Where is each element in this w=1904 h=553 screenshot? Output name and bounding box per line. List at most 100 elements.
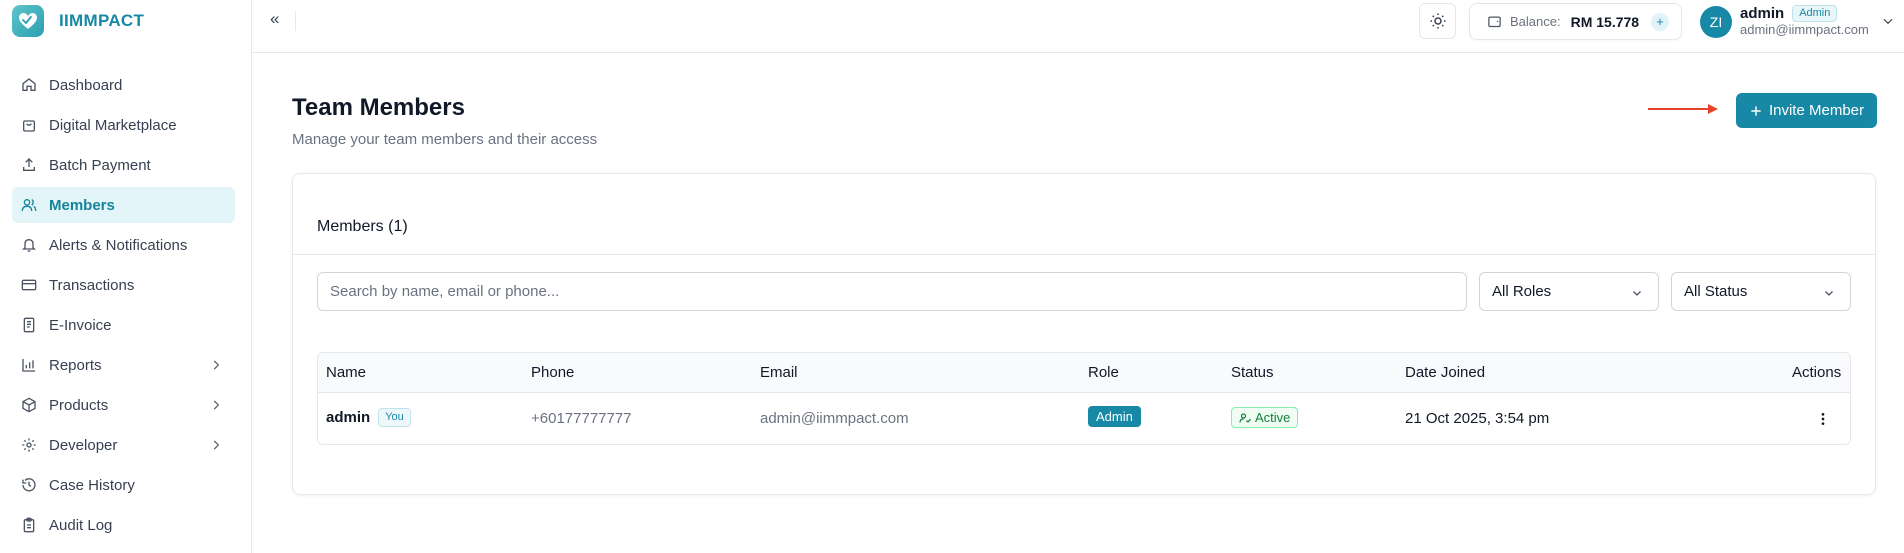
column-header-role: Role — [1088, 364, 1119, 381]
history-icon — [22, 478, 36, 492]
chevron-down-icon[interactable] — [1881, 14, 1895, 28]
wallet-icon — [1488, 16, 1501, 28]
status-label: Active — [1255, 410, 1291, 425]
members-heading: Members (1) — [317, 218, 408, 235]
brand-name: IIMMPACT — [59, 11, 145, 30]
clipboard-icon — [23, 517, 35, 533]
member-phone: +60177777777 — [531, 410, 632, 427]
sidebar-item-label: Dashboard — [49, 76, 123, 94]
sidebar-item-label: Audit Log — [49, 516, 113, 534]
balance-label: Balance: — [1510, 14, 1561, 29]
topbar: « Balance: RM 15.778 + ZI admin Admin ad… — [252, 0, 1904, 53]
chevron-right-icon — [213, 440, 220, 450]
sidebar-item-label: E-Invoice — [49, 316, 112, 334]
column-header-phone: Phone — [531, 364, 575, 381]
table-header: Name Phone Email Role Status Date Joined… — [318, 353, 1850, 393]
theme-toggle-button[interactable] — [1419, 3, 1456, 39]
user-info: admin Admin admin@iimmpact.com — [1740, 5, 1869, 38]
sidebar-item-label: Developer — [49, 436, 118, 454]
sidebar-item-label: Alerts & Notifications — [49, 236, 188, 254]
balance-widget[interactable]: Balance: RM 15.778 + — [1469, 3, 1682, 40]
column-header-status: Status — [1231, 364, 1274, 381]
member-email: admin@iimmpact.com — [760, 410, 909, 427]
invite-member-button[interactable]: Invite Member — [1736, 93, 1877, 128]
user-name: admin — [1740, 4, 1785, 22]
shopping-bag-icon — [23, 120, 35, 132]
chevron-down-icon — [1825, 291, 1833, 296]
column-header-actions: Actions — [1792, 364, 1842, 381]
sidebar-item-label: Products — [49, 396, 109, 414]
bell-icon — [22, 238, 36, 252]
page-title: Team Members — [292, 94, 465, 121]
column-header-date-joined: Date Joined — [1405, 364, 1486, 381]
add-balance-button[interactable]: + — [1651, 12, 1670, 31]
sidebar-item-dashboard[interactable]: Dashboard — [12, 67, 235, 103]
more-vertical-icon[interactable] — [1815, 411, 1831, 427]
member-status-cell: Active — [1231, 407, 1299, 428]
sidebar-item-case-history[interactable]: Case History — [12, 467, 235, 503]
user-role-badge: Admin — [1792, 5, 1838, 22]
home-icon — [22, 78, 36, 91]
chevron-down-icon — [1633, 291, 1641, 296]
column-header-email: Email — [760, 364, 798, 381]
sidebar-item-label: Digital Marketplace — [49, 116, 177, 134]
column-header-name: Name — [326, 364, 367, 381]
status-badge: Active — [1231, 407, 1299, 428]
user-check-icon — [1239, 412, 1251, 423]
user-menu[interactable]: ZI admin Admin admin@iimmpact.com — [1700, 5, 1869, 38]
divider — [295, 11, 296, 31]
balance-value: RM 15.778 — [1570, 13, 1640, 30]
bar-chart-icon — [22, 359, 35, 372]
invite-member-label: Invite Member — [1768, 102, 1865, 119]
chevron-right-icon — [213, 400, 220, 410]
sidebar-item-batch-payment[interactable]: Batch Payment — [12, 147, 235, 183]
sidebar-item-label: Batch Payment — [49, 156, 151, 174]
sidebar-item-label: Transactions — [49, 276, 135, 294]
sidebar-item-transactions[interactable]: Transactions — [12, 267, 235, 303]
arrow-right-icon — [1648, 104, 1718, 114]
sidebar: IIMMPACT Dashboard Digital Marketplace B… — [0, 0, 252, 553]
package-icon — [22, 397, 36, 413]
role-filter-select[interactable]: All Roles — [1479, 272, 1659, 311]
plus-icon — [1751, 105, 1761, 116]
members-card: Members (1) All Roles All Status Name Ph… — [292, 173, 1876, 495]
collapse-sidebar-button[interactable]: « — [270, 9, 279, 29]
search-input[interactable] — [317, 272, 1467, 311]
chevron-right-icon — [213, 360, 220, 370]
sidebar-item-label: Members — [49, 196, 115, 214]
divider — [293, 254, 1875, 255]
avatar: ZI — [1700, 5, 1732, 38]
user-name-row: admin Admin — [1740, 5, 1869, 22]
sidebar-item-products[interactable]: Products — [12, 387, 235, 423]
member-name: admin — [326, 409, 371, 426]
sidebar-nav: Dashboard Digital Marketplace Batch Paym… — [12, 67, 235, 547]
sidebar-item-label: Reports — [49, 356, 102, 374]
brand-logo-icon — [12, 5, 44, 37]
sidebar-item-audit-log[interactable]: Audit Log — [12, 507, 235, 543]
user-email: admin@iimmpact.com — [1740, 22, 1869, 37]
role-filter-value: All Roles — [1492, 283, 1552, 300]
credit-card-icon — [21, 279, 37, 291]
upload-icon — [23, 158, 35, 171]
brand[interactable]: IIMMPACT — [12, 5, 144, 37]
sidebar-item-digital-marketplace[interactable]: Digital Marketplace — [12, 107, 235, 143]
receipt-icon — [23, 317, 35, 333]
sidebar-item-developer[interactable]: Developer — [12, 427, 235, 463]
member-role-cell: Admin — [1088, 406, 1141, 427]
role-badge: Admin — [1088, 406, 1141, 427]
sidebar-item-reports[interactable]: Reports — [12, 347, 235, 383]
page-subtitle: Manage your team members and their acces… — [292, 131, 598, 148]
sidebar-item-label: Case History — [49, 476, 135, 494]
sidebar-item-alerts[interactable]: Alerts & Notifications — [12, 227, 235, 263]
sidebar-item-members[interactable]: Members — [12, 187, 235, 223]
gear-icon — [22, 438, 36, 452]
members-table: Name Phone Email Role Status Date Joined… — [317, 352, 1851, 445]
you-badge: You — [378, 408, 411, 427]
sun-icon — [1430, 13, 1445, 29]
status-filter-select[interactable]: All Status — [1671, 272, 1851, 311]
sidebar-item-e-invoice[interactable]: E-Invoice — [12, 307, 235, 343]
status-filter-value: All Status — [1684, 283, 1748, 300]
member-name-cell: admin You — [326, 408, 411, 427]
member-date-joined: 21 Oct 2025, 3:54 pm — [1405, 410, 1550, 427]
users-icon — [21, 199, 37, 212]
